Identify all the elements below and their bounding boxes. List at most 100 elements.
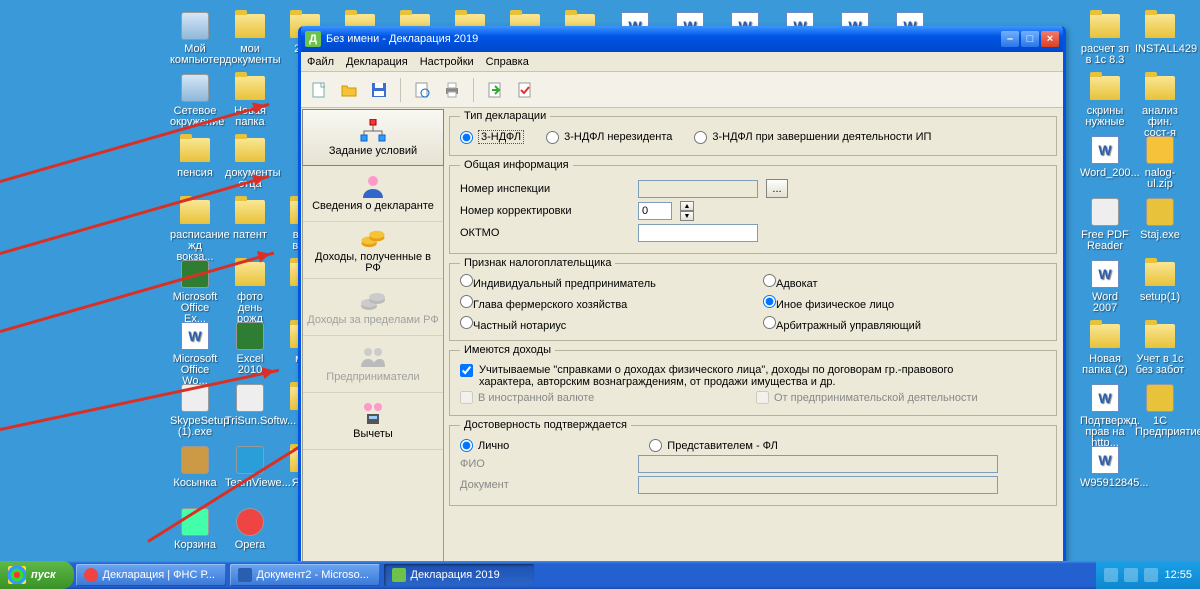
desktop-icon[interactable]: 1С Предприятие [1135,382,1185,438]
desktop-icon[interactable]: WW95912845... [1080,444,1130,489]
desktop-icon[interactable]: Сетевое окружение [170,72,220,128]
sidebar-item-income-rf[interactable]: Доходы, полученные в РФ [303,222,443,279]
sidebar: Задание условий Сведения о декларанте До… [302,109,444,566]
print-button[interactable] [440,78,464,102]
titlebar[interactable]: Д Без имени - Декларация 2019 – □ × [301,26,1063,52]
sidebar-item-entrepreneurs[interactable]: Предприниматели [303,336,443,393]
start-button[interactable]: пуск [0,561,74,589]
desktop-icon[interactable]: nalog-ul.zip [1135,134,1185,190]
desktop-icon[interactable]: скрины нужные [1080,72,1130,128]
radio-3ndfl-ip[interactable]: 3-НДФЛ при завершении деятельности ИП [694,130,931,144]
sidebar-item-declarant[interactable]: Сведения о декларанте [303,165,443,222]
desktop-icon[interactable]: WMicrosoft Office Wo... [170,320,220,387]
desktop-icon[interactable]: Staj.exe [1135,196,1185,241]
main-panel: Тип декларации 3-НДФЛ 3-НДФЛ нерезидента… [445,108,1063,567]
radio-3ndfl[interactable]: 3-НДФЛ [460,130,524,144]
sidebar-item-conditions[interactable]: Задание условий [302,109,444,166]
desktop-icon[interactable]: setup(1) [1135,258,1185,303]
tray-icon[interactable] [1144,568,1158,582]
desktop-icon[interactable]: Новая папка [225,72,275,128]
desktop-icon[interactable]: анализ фин. сост-я [1135,72,1185,139]
menu-help[interactable]: Справка [486,56,529,68]
radio-ip[interactable]: Индивидуальный предприниматель [460,274,743,290]
desktop-icon[interactable]: WWord_200... [1080,134,1130,179]
people-grey-icon [359,345,387,369]
radio-arbitration[interactable]: Арбитражный управляющий [763,316,1046,332]
taskbar-task-active[interactable]: Декларация 2019 [384,564,534,586]
taskbar: пуск Декларация | ФНС Р... Документ2 - M… [0,561,1200,589]
taxpayer-group: Признак налогоплательщика Индивидуальный… [449,257,1057,341]
app-window: Д Без имени - Декларация 2019 – □ × Файл… [298,26,1066,570]
correction-input[interactable] [638,202,672,220]
fio-input[interactable] [638,455,998,473]
check-button[interactable] [513,78,537,102]
desktop-icon[interactable]: расписание жд вокза... [170,196,220,263]
tray-icon[interactable] [1104,568,1118,582]
menubar: Файл Декларация Настройки Справка [301,52,1063,72]
preview-button[interactable] [410,78,434,102]
desktop-icon[interactable]: Мой компьютер [170,10,220,66]
trust-group: Достоверность подтверждается Лично Предс… [449,419,1057,506]
oktmo-input[interactable] [638,224,758,242]
clock[interactable]: 12:55 [1164,569,1192,581]
desktop-icon[interactable]: фото день рожд [225,258,275,325]
toolbar [301,72,1063,108]
desktop-icon[interactable]: мои документы [225,10,275,66]
desktop-icon[interactable]: SkypeSetup (1).exe [170,382,220,438]
spin-up[interactable]: ▲ [680,201,694,211]
desktop-icon[interactable]: Free PDF Reader [1080,196,1130,252]
close-button[interactable]: × [1041,31,1059,47]
check-foreign[interactable]: В иностранной валюте [460,391,750,404]
desktop-icon[interactable]: TriSun.Softw... [225,382,275,427]
coins-icon [359,226,387,249]
radio-notary[interactable]: Частный нотариус [460,316,743,332]
sidebar-item-income-abroad[interactable]: Доходы за пределами РФ [303,279,443,336]
new-button[interactable] [307,78,331,102]
menu-file[interactable]: Файл [307,56,334,68]
desktop-icon[interactable]: Косынка [170,444,220,489]
check-entrepreneur[interactable]: От предпринимательской деятельности [756,391,1046,404]
minimize-button[interactable]: – [1001,31,1019,47]
taskbar-task[interactable]: Документ2 - Microso... [230,564,380,586]
open-button[interactable] [337,78,361,102]
desktop-icon[interactable]: INSTALL429 [1135,10,1185,55]
desktop-icon[interactable]: WПодтвержд. прав на http... [1080,382,1130,449]
desktop-icon[interactable]: расчет зп в 1с 8.3 [1080,10,1130,66]
export-button[interactable] [483,78,507,102]
radio-farmer[interactable]: Глава фермерского хозяйства [460,295,743,311]
radio-representative[interactable]: Представителем - ФЛ [649,439,778,452]
inspection-browse-button[interactable]: ... [766,179,788,198]
desktop-icon[interactable]: документы отца [225,134,275,190]
radio-3ndfl-nonresident[interactable]: 3-НДФЛ нерезидента [546,130,672,144]
desktop-icon[interactable]: WWord 2007 [1080,258,1130,314]
menu-settings[interactable]: Настройки [420,56,474,68]
coins-grey-icon [359,288,387,312]
taskbar-task[interactable]: Декларация | ФНС Р... [76,564,226,586]
radio-lawyer[interactable]: Адвокат [763,274,1046,290]
radio-other-person[interactable]: Иное физическое лицо [763,295,1046,311]
desktop-icon[interactable]: Opera [225,506,275,551]
check-income-certs[interactable] [460,364,473,377]
desktop-icon[interactable]: Учет в 1с без забот [1135,320,1185,376]
desktop-icon[interactable]: Новая папка (2) [1080,320,1130,376]
desktop-icon[interactable]: Microsoft Office Ex... [170,258,220,325]
sidebar-item-deductions[interactable]: Вычеты [303,393,443,450]
save-button[interactable] [367,78,391,102]
declaration-type-group: Тип декларации 3-НДФЛ 3-НДФЛ нерезидента… [449,110,1057,156]
person-icon [359,174,387,198]
system-tray[interactable]: 12:55 [1096,561,1200,589]
inspection-input[interactable] [638,180,758,198]
menu-declaration[interactable]: Декларация [346,56,408,68]
document-input[interactable] [638,476,998,494]
desktop-icon[interactable]: Excel 2010 [225,320,275,376]
radio-personally[interactable]: Лично [460,439,509,452]
desktop-icon[interactable]: патент [225,196,275,241]
window-title: Без имени - Декларация 2019 [326,33,478,45]
desktop-icon[interactable]: TeamViewe... [225,444,275,489]
conditions-icon [359,119,387,143]
tray-icon[interactable] [1124,568,1138,582]
desktop-icon[interactable]: Корзина [170,506,220,551]
desktop-icon[interactable]: пенсия [170,134,220,179]
spin-down[interactable]: ▼ [680,211,694,221]
maximize-button[interactable]: □ [1021,31,1039,47]
